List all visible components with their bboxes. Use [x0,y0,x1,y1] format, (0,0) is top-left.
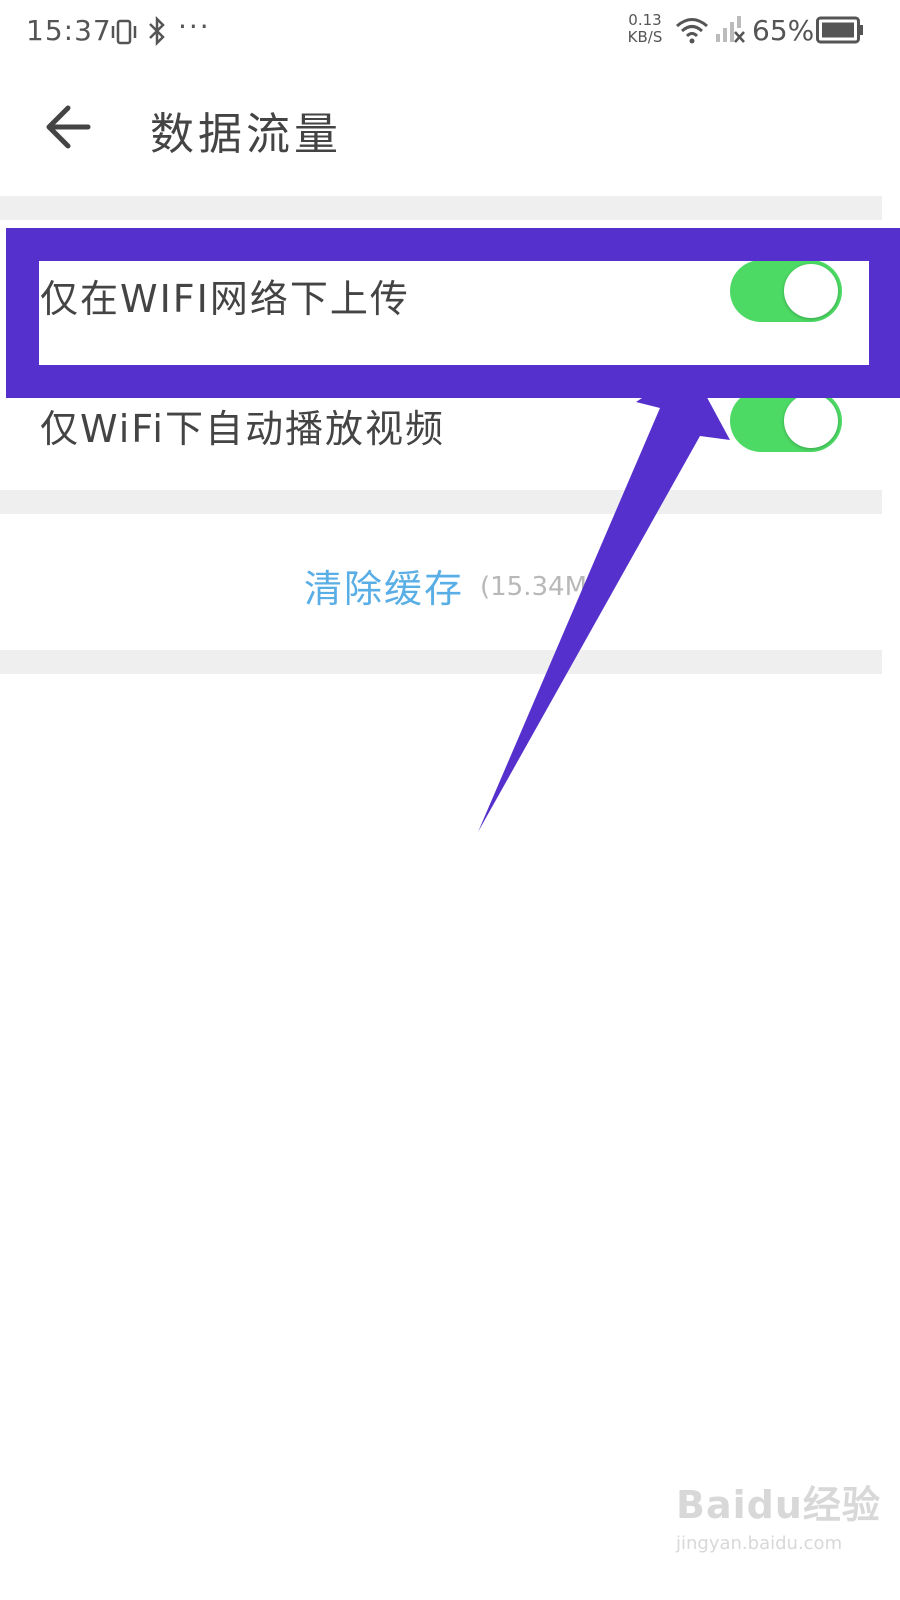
battery-icon [816,16,864,48]
clear-cache-row: 清除缓存 (15.34MB) [0,514,882,650]
watermark: Baidu经验 jingyan.baidu.com [676,1474,881,1554]
network-speed: 0.13 KB/S [624,12,666,46]
signal-icon [716,16,746,48]
app-header: 数据流量 [0,64,900,194]
toggle-knob [784,394,838,448]
watermark-logo: Baidu经验 [676,1483,881,1527]
section-divider [0,650,882,674]
clear-cache-button[interactable]: 清除缓存 [304,558,464,613]
arrow-left-icon[interactable] [44,104,94,154]
setting-label: 仅WiFi下自动播放视频 [40,407,445,451]
setting-row-wifi-autoplay[interactable]: 仅WiFi下自动播放视频 [0,360,882,490]
setting-row-wifi-upload[interactable]: 仅在WIFI网络下上传 [0,220,882,360]
wifi-upload-toggle[interactable] [730,260,842,322]
section-divider [0,196,882,220]
wifi-icon [675,16,709,48]
cache-size: (15.34MB) [480,572,615,602]
status-time: 15:37 [26,14,112,47]
page-title: 数据流量 [150,109,342,160]
section-divider [0,490,882,514]
setting-label: 仅在WIFI网络下上传 [40,277,410,321]
wifi-autoplay-toggle[interactable] [730,390,842,452]
more-icon: ··· [178,10,211,43]
status-bar: 15:37 ··· 0.13 KB/S 65% [0,0,900,64]
toggle-knob [784,264,838,318]
speed-unit: KB/S [627,28,663,46]
watermark-url: jingyan.baidu.com [676,1533,843,1554]
bluetooth-icon [146,15,168,50]
battery-percent: 65% [752,14,815,47]
speed-value: 0.13 [628,11,662,29]
vibrate-icon [110,18,138,50]
